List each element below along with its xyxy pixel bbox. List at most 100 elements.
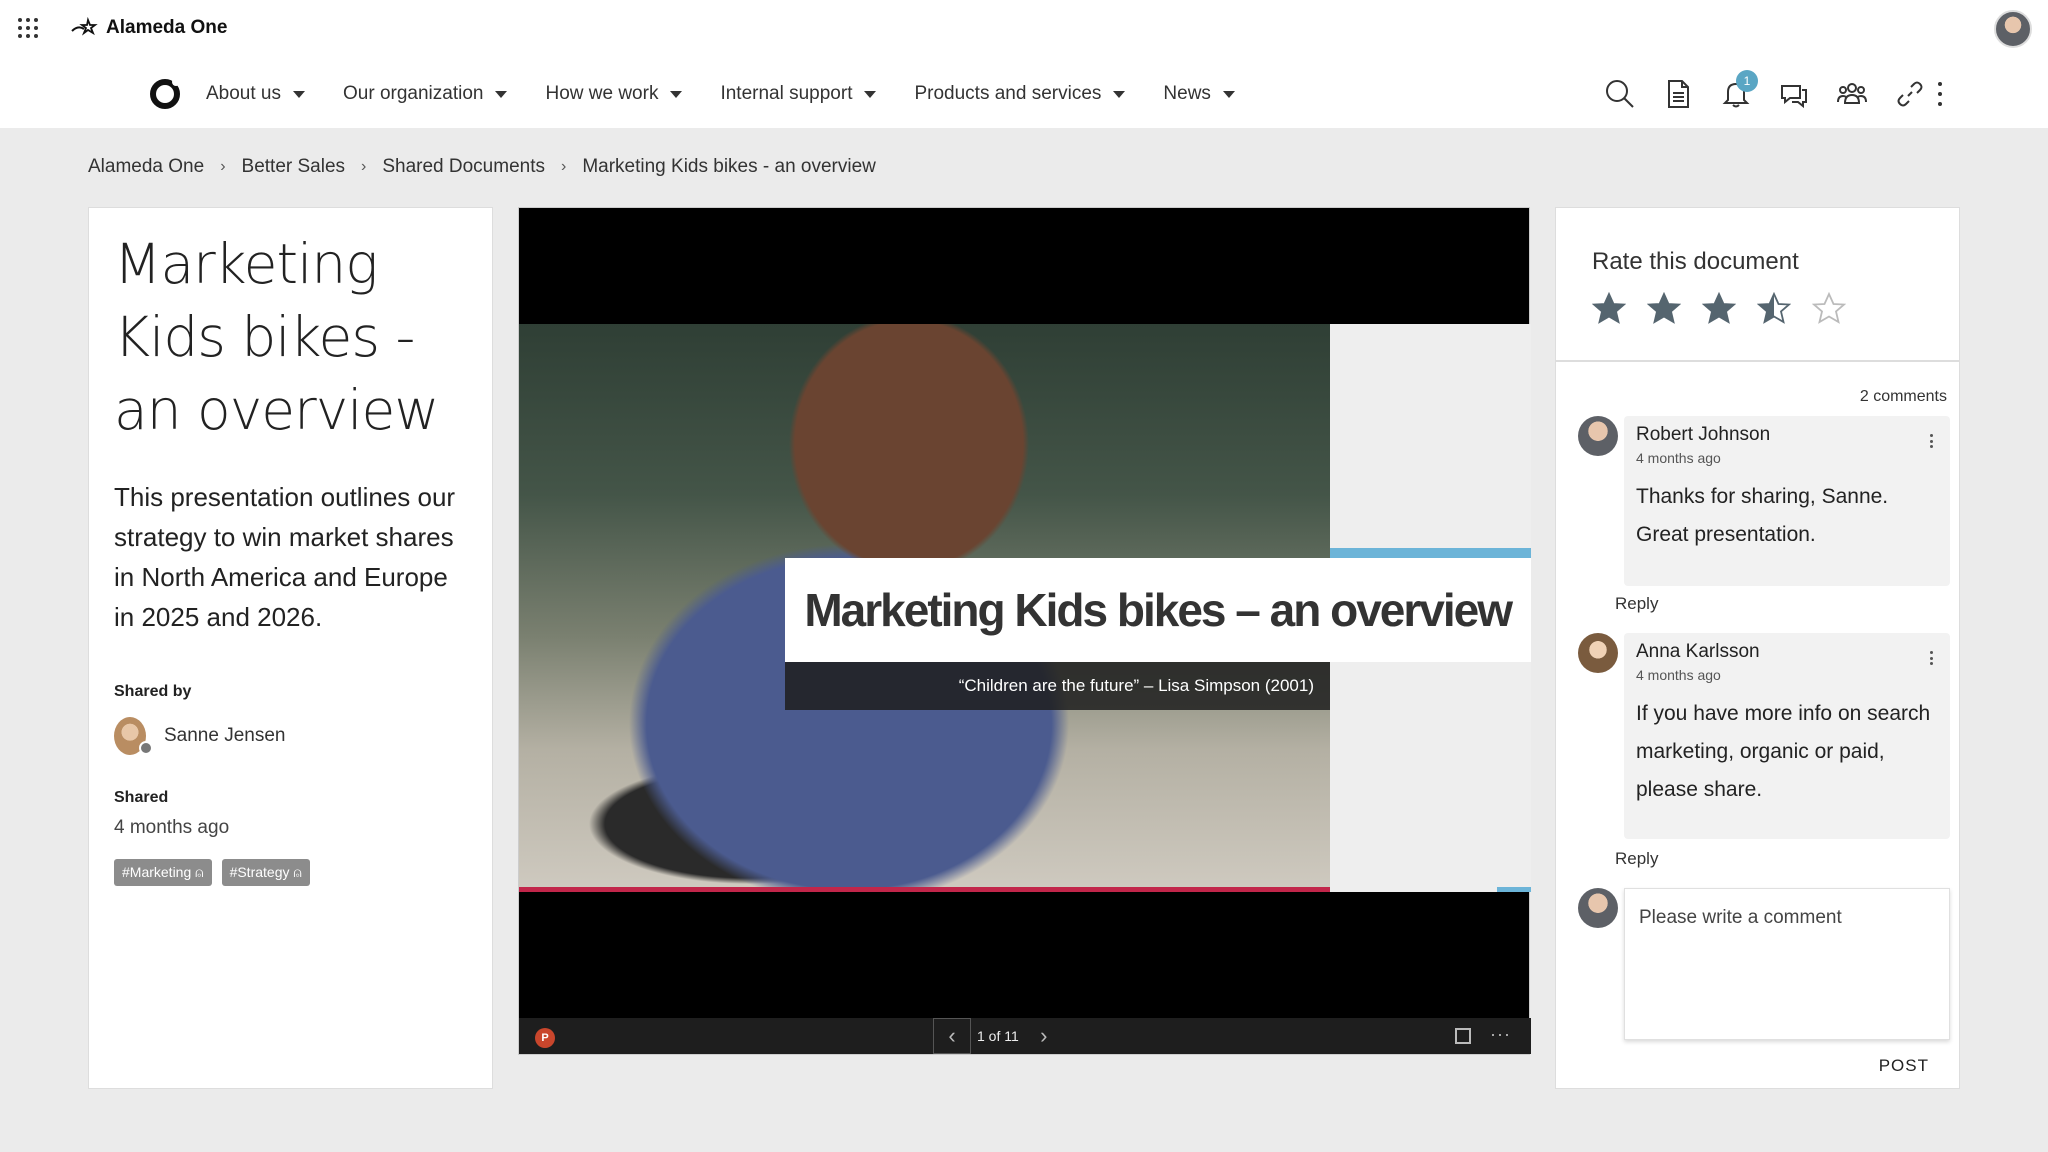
shared-by-name[interactable]: Sanne Jensen (164, 725, 286, 747)
comment-time: 4 months ago (1636, 667, 1721, 683)
pager: ‹ 1 of 11 › (933, 1018, 1063, 1054)
avatar[interactable] (1578, 416, 1618, 456)
nav-internal-support[interactable]: Internal support (720, 83, 877, 105)
fullscreen-icon[interactable] (1455, 1028, 1471, 1044)
nav-label: Our organization (343, 83, 484, 104)
breadcrumb-item[interactable]: Alameda One (88, 156, 204, 178)
app-name: Alameda One (106, 17, 228, 38)
slide-quote-box: “Children are the future” – Lisa Simpson… (785, 662, 1330, 710)
tag-label: #Strategy (229, 864, 290, 880)
star-icon[interactable] (1702, 292, 1736, 326)
comment-text: If you have more info on search marketin… (1636, 702, 1931, 801)
viewer-toolbar: P ‹ 1 of 11 › ··· (519, 1018, 1531, 1054)
app-logo[interactable]: Alameda One (70, 14, 227, 42)
nav-how-we-work[interactable]: How we work (545, 83, 683, 105)
comment-author[interactable]: Robert Johnson (1636, 424, 1938, 446)
nav-label: How we work (545, 83, 659, 104)
comment-input[interactable] (1624, 888, 1950, 1040)
document-icon (1668, 80, 1689, 108)
tag-icon: ⍝ (293, 864, 302, 880)
main-nav: About us Our organization How we work In… (150, 74, 1273, 114)
more-vertical-icon[interactable] (1930, 434, 1934, 448)
shared-by[interactable]: Sanne Jensen (114, 717, 467, 755)
rating-title: Rate this document (1592, 248, 1799, 275)
shared-time: 4 months ago (114, 817, 230, 838)
comment-author[interactable]: Anna Karlsson (1636, 641, 1938, 663)
comment-body: Robert Johnson 4 months ago Thanks for s… (1624, 416, 1950, 586)
search-icon (1606, 80, 1634, 108)
chat-button[interactable] (1776, 76, 1812, 112)
links-button[interactable] (1892, 76, 1928, 112)
slide: Marketing Kids bikes – an overview “Chil… (519, 324, 1531, 892)
feedback-panel: Rate this document 2 comments Robert Joh… (1555, 207, 1960, 1089)
slide-quote: “Children are the future” – Lisa Simpson… (958, 676, 1314, 695)
tag-marketing[interactable]: #Marketing ⍝ (114, 859, 212, 886)
tag-label: #Marketing (122, 864, 192, 880)
comment-composer (1578, 888, 1950, 1040)
search-button[interactable] (1602, 76, 1638, 112)
more-vertical-icon[interactable] (1936, 82, 1944, 106)
tag-strategy[interactable]: #Strategy ⍝ (221, 859, 310, 886)
documents-button[interactable] (1660, 76, 1696, 112)
star-rating[interactable] (1592, 292, 1923, 326)
top-bar: Alameda One About us Our organization Ho… (0, 0, 2048, 128)
slide-accent-bar (1497, 887, 1531, 892)
next-slide-button[interactable]: › (1025, 1018, 1063, 1054)
nav-label: About us (206, 83, 281, 104)
comment-time: 4 months ago (1636, 450, 1721, 466)
breadcrumb-item[interactable]: Shared Documents (382, 156, 545, 178)
nav-label: News (1163, 83, 1211, 104)
previous-slide-button[interactable]: ‹ (933, 1018, 971, 1054)
nav-our-organization[interactable]: Our organization (343, 83, 508, 105)
notification-badge: 1 (1736, 70, 1758, 92)
breadcrumb-current: Marketing Kids bikes - an overview (582, 156, 876, 177)
post-button[interactable]: POST (1879, 1056, 1929, 1076)
user-avatar[interactable] (1994, 10, 2032, 48)
people-icon (1837, 83, 1867, 104)
star-icon[interactable] (1647, 292, 1681, 326)
nav-about-us[interactable]: About us (206, 83, 305, 105)
document-viewer[interactable]: Marketing Kids bikes – an overview “Chil… (518, 207, 1531, 1055)
shared-by-label: Shared by (114, 683, 192, 700)
toolbar: 1 (1602, 70, 1928, 114)
reply-button[interactable]: Reply (1615, 594, 1658, 614)
breadcrumb-item[interactable]: Better Sales (242, 156, 346, 178)
star-icon[interactable] (1812, 292, 1846, 326)
avatar[interactable] (1578, 633, 1618, 673)
caret-down-icon (1113, 90, 1126, 98)
document-description: This presentation outlines our strategy … (114, 482, 456, 632)
page-title: Marketing Kids bikes - an overview (114, 232, 439, 442)
more-vertical-icon[interactable] (1930, 651, 1934, 665)
caret-down-icon (864, 90, 877, 98)
chevron-right-icon: › (220, 158, 226, 175)
slide-title: Marketing Kids bikes – an overview (804, 584, 1513, 636)
reply-button[interactable]: Reply (1615, 849, 1658, 869)
nav-label: Internal support (720, 83, 853, 104)
caret-down-icon (1222, 90, 1235, 98)
nav-products-and-services[interactable]: Products and services (914, 83, 1126, 105)
avatar[interactable] (114, 717, 153, 755)
chevron-right-icon: › (561, 158, 567, 175)
star-swoosh-icon (71, 17, 98, 36)
home-logo-icon[interactable] (150, 78, 180, 109)
waffle-icon[interactable] (18, 18, 38, 38)
tag-icon: ⍝ (195, 864, 204, 880)
people-button[interactable] (1834, 76, 1870, 112)
breadcrumb: Alameda One › Better Sales › Shared Docu… (88, 156, 876, 178)
document-info-panel: Marketing Kids bikes - an overview This … (88, 207, 493, 1089)
star-icon[interactable] (1592, 292, 1626, 326)
more-horizontal-icon[interactable]: ··· (1490, 1024, 1511, 1045)
presence-icon (139, 741, 153, 755)
star-icon[interactable] (1757, 292, 1791, 326)
avatar (1578, 888, 1618, 928)
comment-body: Anna Karlsson 4 months ago If you have m… (1624, 633, 1950, 839)
page-indicator: 1 of 11 (977, 1028, 1019, 1044)
shared-label: Shared (114, 789, 169, 806)
tag-list: #Marketing ⍝ #Strategy ⍝ (114, 859, 467, 886)
nav-news[interactable]: News (1163, 83, 1235, 105)
nav-label: Products and services (914, 83, 1102, 104)
rating-section: Rate this document (1556, 208, 1959, 362)
chevron-right-icon: › (361, 158, 367, 175)
notifications-button[interactable]: 1 (1718, 70, 1758, 112)
caret-down-icon (293, 90, 305, 98)
